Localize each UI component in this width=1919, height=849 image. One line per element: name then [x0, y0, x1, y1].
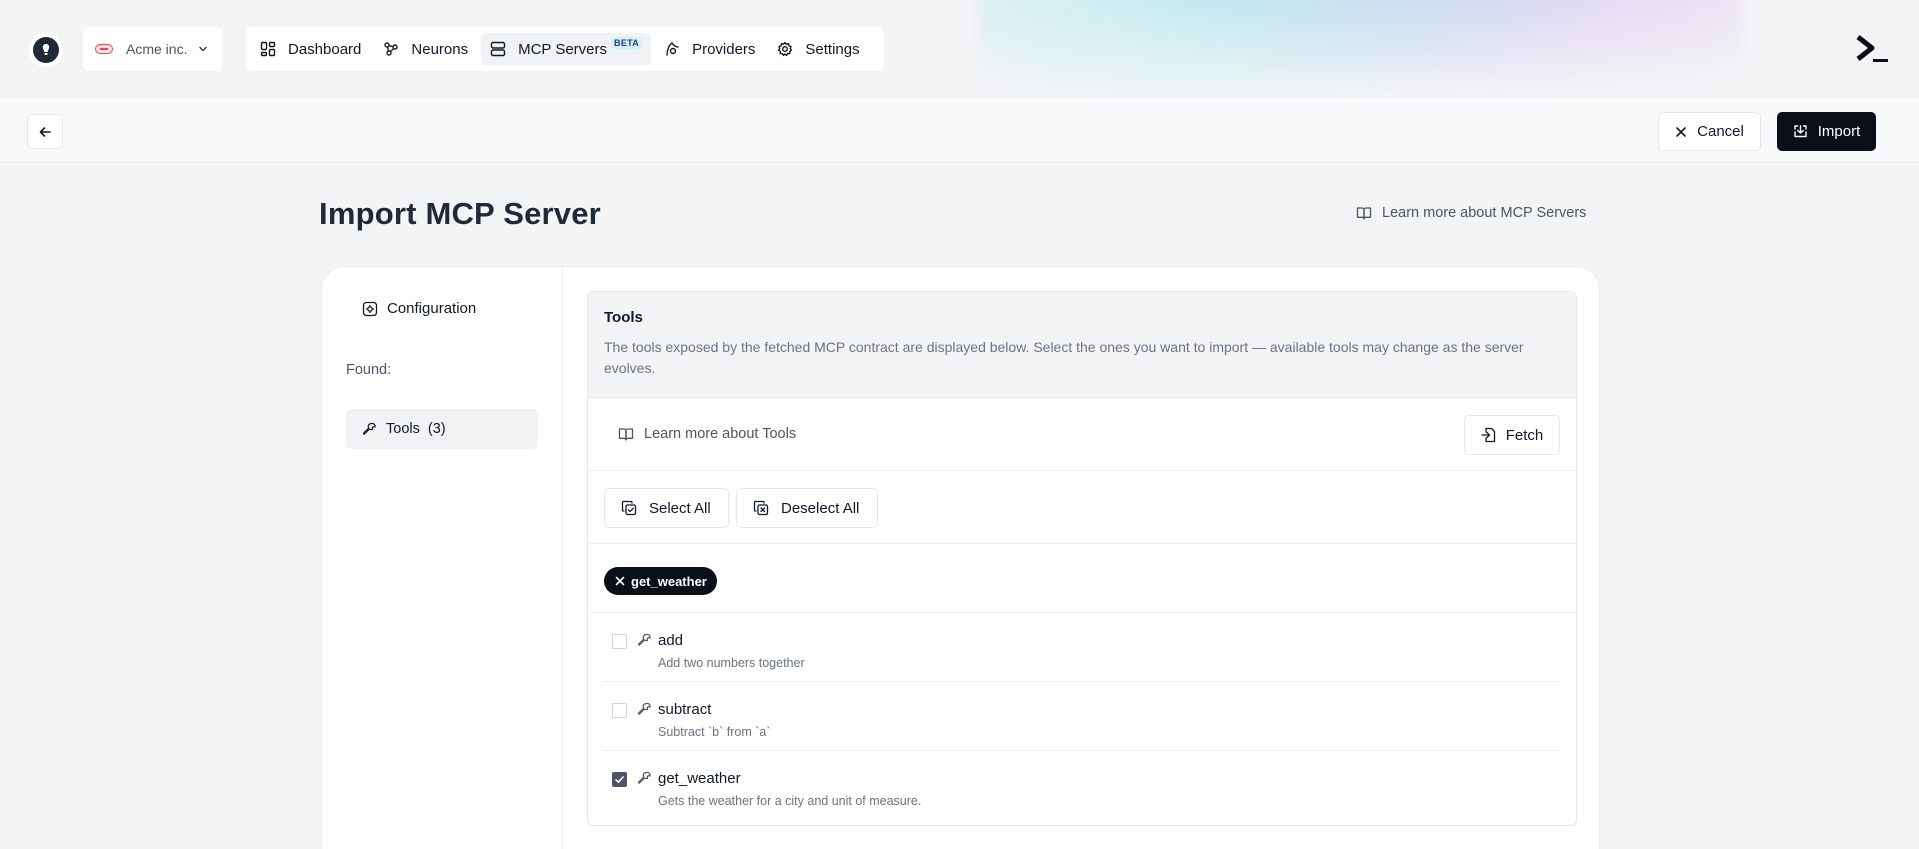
top-navigation-bar: Acme inc. Dashboard Neurons MCP Servers … [0, 0, 1919, 98]
import-button-label: Import [1817, 123, 1861, 140]
chevron-down-icon [199, 46, 208, 52]
nav-item-label: Providers [692, 40, 756, 58]
wrench-icon [362, 422, 376, 435]
app-logo[interactable] [29, 33, 63, 67]
tool-checkbox[interactable] [612, 634, 627, 649]
main-nav: Dashboard Neurons MCP Servers BETA Provi… [246, 27, 884, 71]
fetch-button-label: Fetch [1505, 426, 1544, 444]
wrench-icon [637, 633, 651, 646]
nav-item-providers[interactable]: Providers [655, 33, 764, 65]
nav-item-label: Settings [805, 40, 860, 58]
card-divider [562, 267, 563, 849]
close-icon[interactable] [615, 576, 625, 586]
org-switcher[interactable]: Acme inc. [83, 27, 222, 71]
fetch-icon [1481, 427, 1495, 443]
found-label: Found: [346, 362, 392, 378]
tool-checkbox[interactable] [612, 703, 627, 718]
tools-panel: Tools The tools exposed by the fetched M… [587, 291, 1577, 826]
tool-list-item[interactable]: add Add two numbers together [603, 613, 1561, 682]
tool-checkbox[interactable] [612, 772, 627, 787]
tool-name: get_weather [658, 770, 741, 787]
tool-description: Gets the weather for a city and unit of … [658, 794, 922, 808]
arrow-left-icon [39, 126, 51, 137]
selected-tool-chip[interactable]: get_weather [604, 567, 717, 595]
tool-description: Add two numbers together [658, 656, 805, 670]
tool-description: Subtract `b` from `a` [658, 725, 771, 739]
cancel-button-label: Cancel [1697, 123, 1744, 140]
import-card: Configuration Found: Tools (3) Tools The… [321, 266, 1600, 849]
neurons-icon [384, 42, 399, 56]
tool-list-item[interactable]: get_weather Gets the weather for a city … [603, 751, 1561, 820]
nav-item-label: Dashboard [288, 40, 362, 58]
brand-logo-icon[interactable] [1856, 35, 1890, 65]
deselect-all-icon [753, 500, 769, 516]
selected-tools-row: get_weather [588, 544, 1576, 613]
import-icon [1794, 125, 1807, 138]
org-name: Acme inc. [126, 41, 188, 57]
checkmark-icon [615, 776, 624, 783]
decorative-gradient [980, 0, 1740, 98]
learn-more-mcp-label: Learn more about MCP Servers [1382, 205, 1587, 221]
select-all-label: Select All [649, 499, 711, 517]
wrench-icon [637, 771, 651, 784]
configuration-label: Configuration [387, 300, 477, 317]
providers-icon [666, 42, 679, 56]
book-open-icon [1356, 207, 1372, 220]
fetch-button[interactable]: Fetch [1464, 415, 1560, 455]
deselect-all-button[interactable]: Deselect All [736, 488, 878, 528]
select-all-icon [621, 500, 637, 516]
select-all-button[interactable]: Select All [604, 488, 729, 528]
tool-list: add Add two numbers together subtract Su… [588, 613, 1576, 820]
back-button[interactable] [27, 114, 63, 149]
nav-item-label: Neurons [411, 40, 469, 58]
wrench-icon [637, 702, 651, 715]
tool-list-item[interactable]: subtract Subtract `b` from `a` [603, 682, 1561, 751]
server-icon [490, 41, 506, 57]
tools-count: (3) [427, 421, 446, 437]
tools-title: Tools [604, 309, 643, 326]
close-icon [1676, 126, 1686, 137]
nav-item-settings[interactable]: Settings [768, 33, 868, 65]
selected-tool-chip-label: get_weather [631, 573, 707, 589]
deselect-all-label: Deselect All [781, 499, 860, 517]
tools-learn-row: Learn more about Tools Fetch [588, 398, 1576, 471]
learn-more-mcp-link[interactable]: Learn more about MCP Servers [1356, 205, 1586, 221]
sidebar-item-configuration[interactable]: Configuration [362, 300, 476, 317]
page-title: Import MCP Server [319, 196, 601, 231]
settings-box-icon [362, 301, 378, 316]
learn-more-tools-label: Learn more about Tools [644, 426, 797, 442]
nav-item-dashboard[interactable]: Dashboard [251, 33, 370, 65]
tools-label: Tools [386, 421, 420, 437]
nav-item-mcp-servers[interactable]: MCP Servers BETA [481, 33, 652, 65]
beta-badge: BETA [611, 37, 643, 49]
sidebar-item-tools[interactable]: Tools (3) [346, 409, 538, 449]
book-open-icon [618, 428, 634, 441]
dashboard-icon [260, 41, 276, 57]
org-logo-icon [95, 44, 113, 54]
nav-item-label: MCP Servers [518, 40, 608, 58]
tools-header: Tools The tools exposed by the fetched M… [588, 292, 1576, 398]
tool-name: subtract [658, 701, 712, 718]
nav-item-neurons[interactable]: Neurons [374, 33, 477, 65]
action-bar: Cancel Import [0, 98, 1919, 162]
cancel-button[interactable]: Cancel [1658, 112, 1761, 151]
gear-icon [778, 41, 793, 57]
bulb-icon [42, 44, 50, 55]
learn-more-tools-link[interactable]: Learn more about Tools [618, 426, 796, 442]
tools-description: The tools exposed by the fetched MCP con… [604, 339, 1524, 376]
selection-actions-row: Select All Deselect All [588, 471, 1576, 544]
tool-name: add [658, 632, 684, 649]
import-button[interactable]: Import [1777, 112, 1876, 151]
